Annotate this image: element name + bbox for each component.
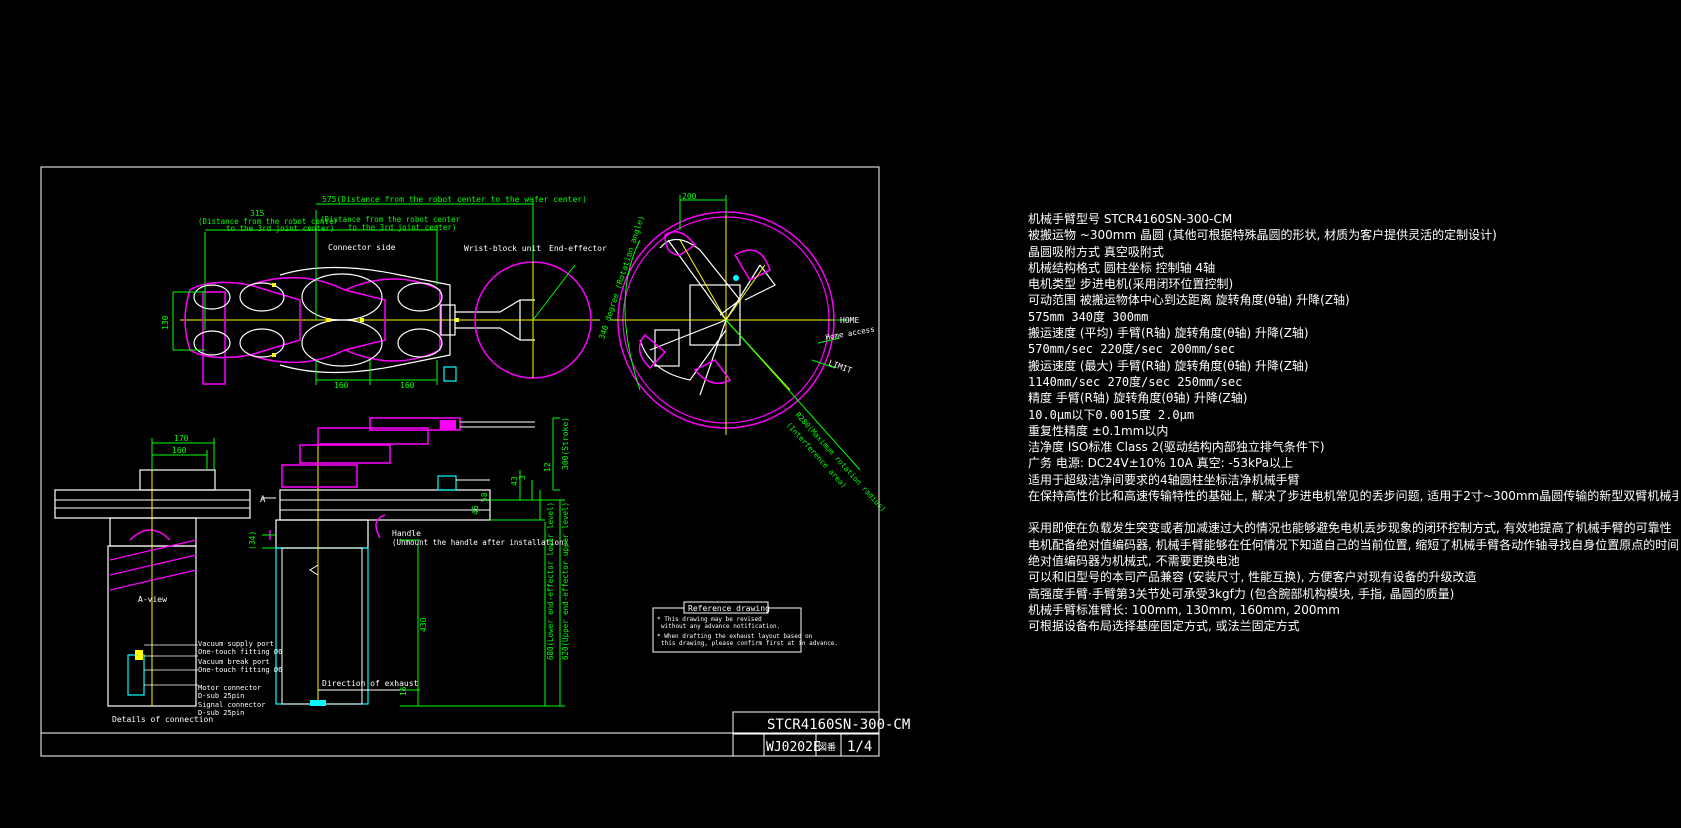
dim-575-label: 575(Distance from the robot center to th… bbox=[322, 195, 587, 204]
dim-43-label: 43 bbox=[510, 476, 519, 486]
dim-315b-note2: to the 3rd joint center) bbox=[348, 223, 456, 232]
motor-connector-label: Motor connector bbox=[198, 684, 261, 692]
vacuum-break-label: Vacuum break port bbox=[198, 658, 270, 666]
reference-line3: * When drafting the exhaust layout based… bbox=[657, 633, 813, 640]
dim-315-note2: to the 3rd joint center) bbox=[226, 224, 334, 233]
a-view-label: A-view bbox=[138, 595, 167, 604]
spec-structure: 机械结构格式 圆柱坐标 控制轴 4轴 bbox=[1028, 260, 1216, 275]
dim-300-label: 300(Stroke) bbox=[561, 417, 570, 470]
handle-note: (Unmount the handle after installation) bbox=[392, 538, 568, 547]
dim-200-label: 200 bbox=[682, 192, 697, 201]
dim-12-label: 12 bbox=[543, 462, 552, 472]
signal-connector-label: Signal connector bbox=[198, 701, 265, 709]
dim-34-label: (34) bbox=[248, 531, 257, 550]
title-block-code: WJ0202E bbox=[766, 740, 821, 755]
limit-label: LIMIT bbox=[827, 358, 853, 375]
vacuum-supply-note: One-touch fitting Ø6 bbox=[198, 648, 282, 656]
spec-range-header: 可动范围 被搬运物体中心到达距离 旋转角度(θ轴) 升降(Z轴) bbox=[1028, 293, 1350, 308]
dim-160a-label: 160 bbox=[334, 381, 349, 390]
spec-range-values: 575mm 340度 300mm bbox=[1028, 309, 1149, 324]
details-label: Details of connection bbox=[112, 715, 213, 724]
spec-model: 机械手臂型号 STCR4160SN-300-CM bbox=[1028, 212, 1233, 226]
vacuum-supply-label: Vacuum supply port bbox=[198, 640, 274, 648]
lower-level-label: 680(Lower end-effector lower level) bbox=[546, 502, 555, 660]
spec-repeatability: 重复性精度 ±0.1mm以内 bbox=[1028, 423, 1169, 438]
title-block-model: STCR4160SN-300-CM bbox=[767, 717, 910, 733]
spec-speed-max-header: 搬运速度 (最大) 手臂(R轴) 旋转角度(θ轴) 升降(Z轴) bbox=[1028, 358, 1309, 373]
rotation-view bbox=[610, 195, 861, 471]
spec-mounting: 可根据设备布局选择基座固定方式, 或法兰固定方式 bbox=[1028, 619, 1300, 634]
spec-arm-strength: 高强度手臂·手臂第3关节处可承受3kgf力 (包含腕部机构模块, 手指, 晶圆的… bbox=[1028, 586, 1455, 601]
spec-precision-values: 10.0μm以下0.0015度 2.0μm bbox=[1028, 407, 1195, 422]
home-access-label: Home access bbox=[825, 324, 875, 341]
spec-closed-loop: 采用即使在负载发生突变或者加减速过大的情况也能够避免电机丢步现象的闭环控制方式,… bbox=[1028, 521, 1672, 536]
spec-precision-header: 精度 手臂(R轴) 旋转角度(θ轴) 升降(Z轴) bbox=[1028, 391, 1248, 406]
spec-speed-avg-header: 搬运速度 (平均) 手臂(R轴) 旋转角度(θ轴) 升降(Z轴) bbox=[1028, 326, 1309, 341]
reference-line1: * This drawing may be revised bbox=[657, 616, 762, 623]
spec-compatibility: 可以和旧型号的本司产品兼容 (安装尺寸, 性能互换), 方便客户对现有设备的升级… bbox=[1028, 570, 1477, 585]
spec-feature: 在保持高性价比和高速传输特性的基础上, 解决了步进电机常见的丢步问题, 适用于2… bbox=[1028, 489, 1678, 504]
dim-3-label: 3 bbox=[518, 475, 527, 480]
connector-side-label: Connector side bbox=[328, 243, 396, 252]
dim-58-label: 58 bbox=[480, 492, 489, 502]
dim-170-label: 170 bbox=[174, 434, 189, 443]
handle-label: Handle bbox=[392, 529, 421, 538]
spec-motor: 电机类型 步进电机(采用闭环位置控制) bbox=[1028, 277, 1234, 292]
spec-speed-max-values: 1140mm/sec 270度/sec 250mm/sec bbox=[1028, 374, 1243, 389]
title-block-sheet: 1/4 bbox=[847, 739, 872, 755]
upper-level-label: 620(Upper end-effector upper level) bbox=[561, 502, 570, 660]
end-effector-label: End-effector bbox=[549, 244, 607, 253]
dim-160c-label: 160 bbox=[172, 446, 187, 455]
title-block-small-label: 図番 bbox=[818, 741, 836, 753]
spec-application: 适用于超级洁净间要求的4轴圆柱坐标洁净机械手臂 bbox=[1028, 472, 1300, 487]
a-arrow-label: A bbox=[260, 495, 266, 505]
spec-speed-avg-values: 570mm/sec 220度/sec 200mm/sec bbox=[1028, 342, 1236, 357]
dim-160b-label: 160 bbox=[400, 381, 415, 390]
reference-line4: this drawing, please confirm first at in… bbox=[661, 640, 838, 647]
vacuum-break-note: One-touch fitting Ø6 bbox=[198, 666, 282, 674]
dim-430-label: 430 bbox=[419, 617, 428, 632]
reference-line2: without any advance notification. bbox=[661, 623, 780, 630]
spec-encoder: 电机配备绝对值编码器, 机械手臂能够在任何情况下知道自己的当前位置, 缩短了机械… bbox=[1028, 537, 1678, 552]
max-radius-label: R280(Maximum rotation radius) bbox=[794, 410, 888, 513]
dim-46-label: 46 bbox=[471, 505, 480, 515]
motor-connector-note: D-sub 25pin bbox=[198, 692, 244, 700]
reference-title: Reference drawing bbox=[688, 604, 770, 613]
spec-text: 机械手臂型号 STCR4160SN-300-CM 被搬运物 ~300mm 晶圆 … bbox=[1028, 211, 1678, 634]
spec-cleanliness: 洁净度 ISO标准 Class 2(驱动结构内部独立排气条件下) bbox=[1028, 440, 1325, 455]
wrist-block-label: Wrist-block unit bbox=[464, 244, 541, 253]
spec-battery: 绝对值编码器为机械式, 不需要更换电池 bbox=[1028, 553, 1240, 568]
side-view bbox=[262, 417, 565, 707]
spec-suction: 晶圆吸附方式 真空吸附式 bbox=[1028, 244, 1164, 259]
spec-object: 被搬运物 ~300mm 晶圆 (其他可根据特殊晶圆的形状, 材质为客户提供灵活的… bbox=[1028, 228, 1497, 243]
drawing-frame bbox=[40, 166, 880, 757]
spec-arm-length: 机械手臂标准臂长: 100mm, 130mm, 160mm, 200mm bbox=[1028, 602, 1340, 617]
dim-130-label: 130 bbox=[161, 315, 170, 330]
exhaust-label: Direction of exhaust bbox=[322, 679, 419, 688]
rotation-angle-label: 340 degree (Rotation angle) bbox=[597, 214, 646, 340]
spec-power: 广务 电源: DC24V±10% 10A 真空: -53kPa以上 bbox=[1028, 456, 1294, 471]
home-label: HOME bbox=[840, 316, 859, 325]
